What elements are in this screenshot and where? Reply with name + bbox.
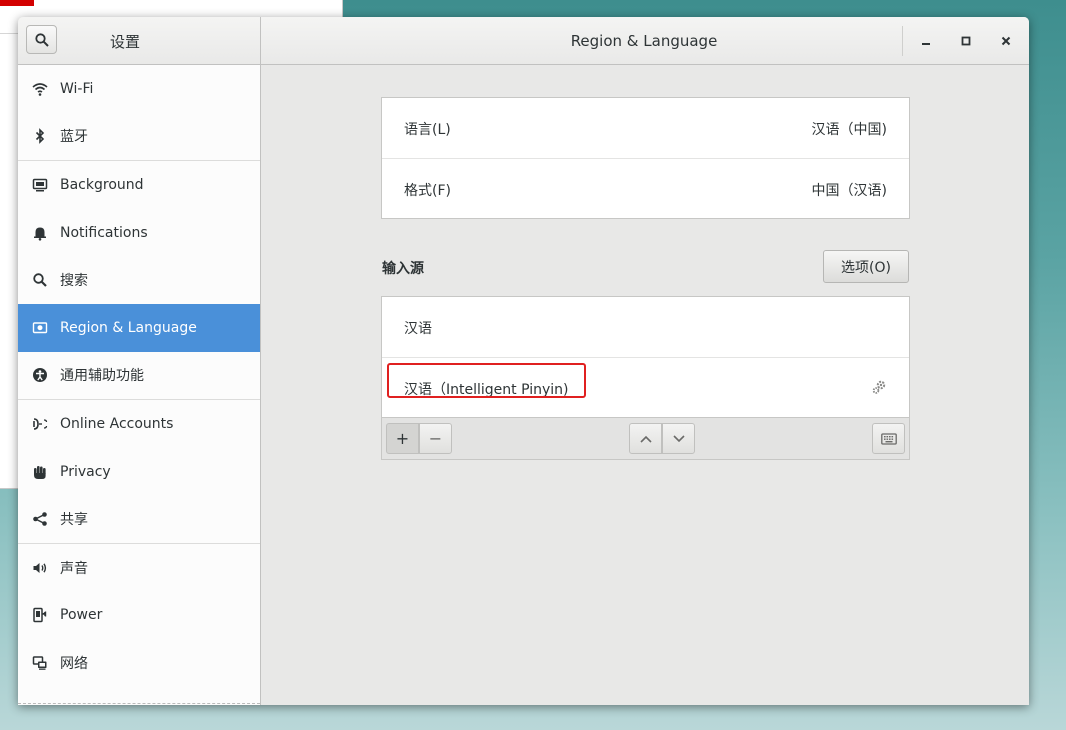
input-sources-card: 汉语 汉语（Intelligent Pinyin) + − <box>381 296 910 460</box>
formats-row[interactable]: 格式(F) 中国（汉语) <box>382 159 909 219</box>
maximize-button[interactable] <box>956 31 976 51</box>
sidebar-item-notifications[interactable]: Notifications <box>18 209 260 257</box>
page-title: Region & Language <box>570 32 718 50</box>
sidebar-item-label: Power <box>60 607 103 624</box>
sidebar-item-network[interactable]: 网络 <box>18 639 260 687</box>
sidebar-item-label: Online Accounts <box>60 415 174 432</box>
move-up-button[interactable] <box>629 423 662 454</box>
formats-label: 格式(F) <box>404 183 451 199</box>
sidebar-item-label: Privacy <box>60 463 111 480</box>
input-sources-toolbar: + − <box>382 417 909 459</box>
keyboard-icon <box>880 432 897 445</box>
sidebar-item-label: 共享 <box>60 512 88 529</box>
titlebar-separator <box>902 26 903 56</box>
sidebar-item-privacy[interactable]: Privacy <box>18 448 260 496</box>
sidebar-item-label: Region & Language <box>60 319 197 336</box>
sidebar-item-sound[interactable]: 声音 <box>18 544 260 592</box>
sidebar: Wi-Fi 蓝牙 Background Notifications 搜索 Reg… <box>18 65 261 705</box>
close-icon <box>1001 36 1011 46</box>
online-accounts-icon <box>32 416 48 432</box>
highlight-annotation <box>387 363 586 398</box>
sidebar-item-search[interactable]: 搜索 <box>18 256 260 304</box>
sidebar-item-label: Wi-Fi <box>60 80 94 97</box>
sidebar-item-label: 声音 <box>60 560 88 577</box>
power-plug-icon <box>32 607 48 623</box>
sidebar-item-label: 通用辅助功能 <box>60 368 144 385</box>
input-source-row[interactable]: 汉语 <box>382 297 909 358</box>
minimize-icon <box>922 43 930 45</box>
search-button[interactable] <box>26 25 57 54</box>
sidebar-item-sharing[interactable]: 共享 <box>18 495 260 543</box>
sidebar-item-label: 网络 <box>60 655 88 672</box>
hand-icon <box>32 464 48 480</box>
remove-input-source-button[interactable]: − <box>419 423 452 454</box>
chevron-down-icon <box>672 434 685 442</box>
sidebar-item-label: Background <box>60 176 144 193</box>
close-button[interactable] <box>996 31 1016 51</box>
input-source-label: 汉语 <box>404 321 432 337</box>
sidebar-item-label: Notifications <box>60 224 148 241</box>
settings-window: 设置 Region & Language Wi-Fi 蓝牙 Background… <box>18 17 1029 705</box>
keyboard-layout-button[interactable] <box>872 423 905 454</box>
region-flag-icon <box>32 320 48 336</box>
language-value: 汉语（中国) <box>811 122 887 138</box>
network-icon <box>32 655 48 671</box>
search-icon <box>34 32 49 47</box>
sidebar-item-background[interactable]: Background <box>18 161 260 209</box>
sidebar-item-online-accounts[interactable]: Online Accounts <box>18 400 260 448</box>
move-down-button[interactable] <box>662 423 695 454</box>
wifi-icon <box>32 81 48 97</box>
sidebar-item-bluetooth[interactable]: 蓝牙 <box>18 113 260 161</box>
language-label: 语言(L) <box>404 122 451 138</box>
search-icon <box>32 272 48 288</box>
sidebar-title: 设置 <box>110 33 141 51</box>
speaker-icon <box>32 560 48 576</box>
sidebar-item-label: 蓝牙 <box>60 129 88 146</box>
sidebar-item-accessibility[interactable]: 通用辅助功能 <box>18 352 260 400</box>
region-card: 语言(L) 汉语（中国) 格式(F) 中国（汉语) <box>381 97 910 219</box>
formats-value: 中国（汉语) <box>811 183 887 199</box>
background-icon <box>32 177 48 193</box>
sidebar-item-wifi[interactable]: Wi-Fi <box>18 65 260 113</box>
gear-icon[interactable] <box>871 379 887 399</box>
add-input-source-button[interactable]: + <box>386 423 419 454</box>
sidebar-item-region-language[interactable]: Region & Language <box>18 303 260 352</box>
main-content: 语言(L) 汉语（中国) 格式(F) 中国（汉语) 输入源 选项(O) 汉语 汉… <box>261 65 1029 705</box>
sidebar-header: 设置 <box>18 17 261 64</box>
bluetooth-icon <box>32 128 48 145</box>
minimize-button[interactable] <box>916 31 936 51</box>
chevron-up-icon <box>639 435 652 443</box>
background-window-logo <box>0 0 34 6</box>
sidebar-item-power[interactable]: Power <box>18 592 260 640</box>
input-sources-heading: 输入源 <box>382 261 424 277</box>
accessibility-icon <box>32 367 48 383</box>
share-icon <box>32 511 48 527</box>
bell-icon <box>32 225 48 241</box>
title-bar: 设置 Region & Language <box>18 17 1029 65</box>
options-button[interactable]: 选项(O) <box>823 250 909 283</box>
language-row[interactable]: 语言(L) 汉语（中国) <box>382 98 909 159</box>
sidebar-item-label: 搜索 <box>60 273 88 290</box>
sidebar-scroll-edge <box>18 703 260 704</box>
maximize-icon <box>961 36 971 46</box>
